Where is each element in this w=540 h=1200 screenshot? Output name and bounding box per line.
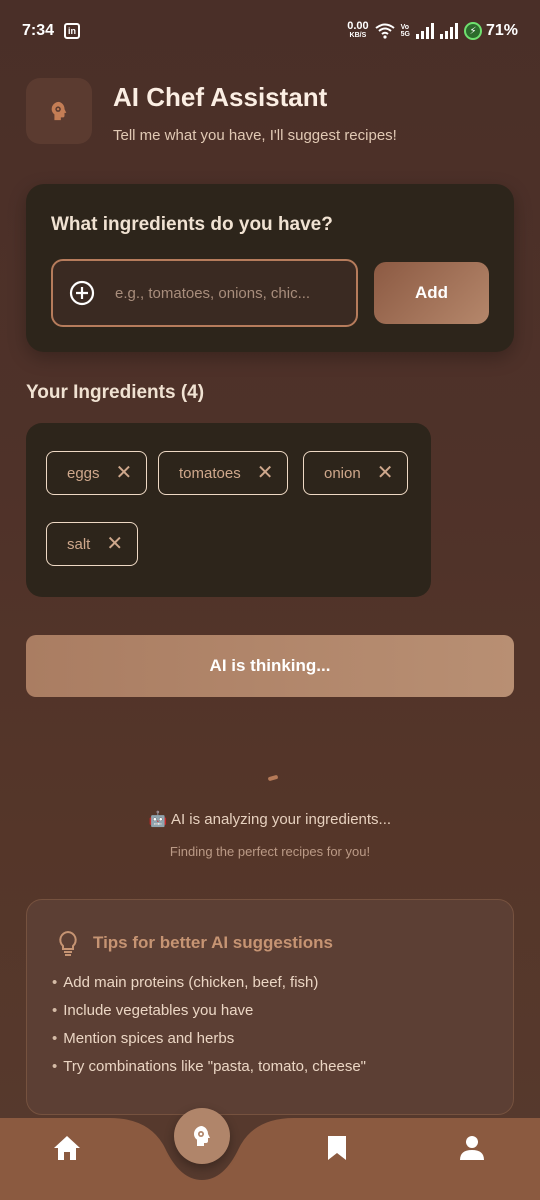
- remove-icon[interactable]: ✕: [106, 534, 123, 554]
- add-circle-icon: [69, 280, 95, 306]
- tips-title: Tips for better AI suggestions: [93, 933, 333, 952]
- ingredient-chip: eggs ✕: [46, 451, 148, 495]
- app-header: AI Chef Assistant Tell me what you have,…: [26, 78, 397, 144]
- ai-chef-icon: [194, 1126, 210, 1146]
- nav-home[interactable]: [47, 1128, 87, 1168]
- chip-label: onion: [324, 464, 361, 482]
- wifi-icon: [375, 23, 395, 39]
- nav-profile[interactable]: [452, 1128, 492, 1168]
- linkedin-notification-icon: in: [64, 23, 81, 39]
- nav-ai-chef[interactable]: [174, 1108, 230, 1164]
- analyzing-text: 🤖 AI is analyzing your ingredients...: [148, 811, 392, 828]
- battery-charging-icon: ⚡: [463, 22, 482, 40]
- chip-label: tomatoes: [179, 464, 241, 482]
- app-subtitle: Tell me what you have, I'll suggest reci…: [113, 127, 397, 144]
- ingredient-chip: tomatoes ✕: [158, 451, 289, 495]
- tips-card: Tips for better AI suggestions Add main …: [26, 899, 514, 1115]
- tip-item: Add main proteins (chicken, beef, fish): [52, 974, 366, 991]
- ai-head-icon: [51, 101, 67, 121]
- home-icon: [54, 1136, 80, 1160]
- tip-item: Mention spices and herbs: [52, 1030, 366, 1047]
- remove-icon[interactable]: ✕: [116, 463, 133, 483]
- get-recipes-button[interactable]: AI is thinking...: [26, 635, 514, 697]
- chip-label: eggs: [67, 464, 100, 482]
- ingredients-card: eggs ✕ tomatoes ✕ onion ✕ salt ✕: [26, 423, 431, 597]
- analyzing-subtext: Finding the perfect recipes for you!: [169, 844, 371, 859]
- signal-icon-2: [439, 23, 458, 39]
- status-time: 7:34: [22, 22, 55, 39]
- app-logo: [26, 78, 92, 144]
- nav-saved[interactable]: [317, 1128, 357, 1168]
- lightbulb-icon: [59, 930, 77, 956]
- ingredients-title: Your Ingredients (4): [26, 382, 205, 403]
- remove-icon[interactable]: ✕: [377, 463, 394, 483]
- net-speed: 0.00 KB/S: [347, 20, 369, 40]
- ingredient-input-card: What ingredients do you have? Add: [26, 184, 514, 352]
- bookmark-icon: [328, 1136, 346, 1160]
- remove-icon[interactable]: ✕: [257, 463, 274, 483]
- profile-icon: [460, 1136, 484, 1160]
- ingredient-input[interactable]: [115, 284, 343, 302]
- chip-label: salt: [67, 535, 91, 553]
- status-bar: 7:34 in 0.00 KB/S Vo 5G ⚡ 71%: [0, 0, 540, 62]
- ingredient-input-box[interactable]: [51, 259, 358, 327]
- loading-spinner: [267, 774, 279, 782]
- app-title: AI Chef Assistant: [113, 82, 328, 112]
- ingredient-question: What ingredients do you have?: [51, 214, 333, 235]
- tip-item: Try combinations like "pasta, tomato, ch…: [52, 1058, 366, 1075]
- add-button[interactable]: Add: [374, 262, 489, 324]
- tips-list: Add main proteins (chicken, beef, fish) …: [52, 974, 366, 1086]
- tip-item: Include vegetables you have: [52, 1002, 366, 1019]
- battery: ⚡ 71%: [463, 22, 518, 40]
- volte-icon: Vo 5G: [400, 24, 410, 38]
- ingredient-chip: salt ✕: [46, 522, 139, 566]
- ingredient-chip: onion ✕: [303, 451, 409, 495]
- signal-icon-1: [415, 23, 434, 39]
- battery-level: 71%: [485, 22, 518, 39]
